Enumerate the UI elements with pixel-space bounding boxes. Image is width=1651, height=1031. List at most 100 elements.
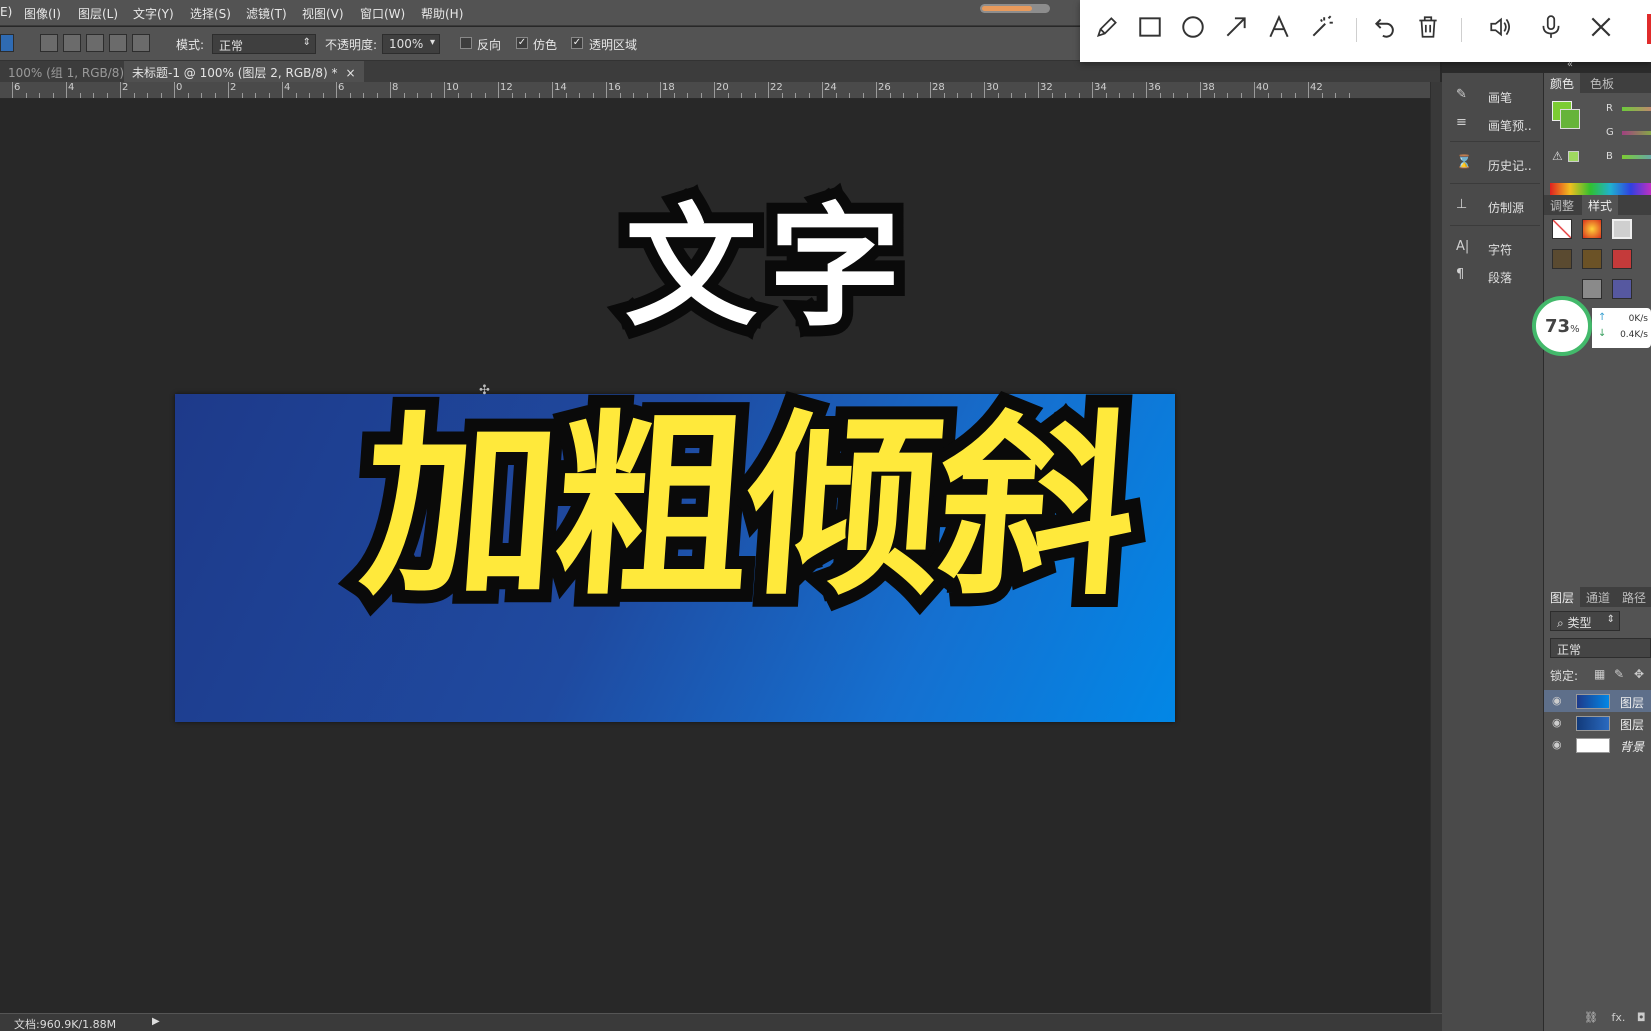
lock-position-icon[interactable]: ✥ bbox=[1634, 667, 1644, 681]
red-slider[interactable] bbox=[1622, 107, 1651, 111]
opacity-input[interactable]: 100% ▾ bbox=[382, 34, 440, 54]
menu-select[interactable]: 选择(S) bbox=[190, 5, 231, 22]
style-blue[interactable] bbox=[1612, 279, 1632, 299]
layer-filter-select[interactable]: ⌕ 类型 ⇕ bbox=[1550, 611, 1620, 631]
linear-gradient-icon[interactable] bbox=[40, 34, 58, 52]
tab-document-2[interactable]: 未标题-1 @ 100% (图层 2, RGB/8) * × bbox=[124, 61, 364, 82]
background-color-swatch[interactable] bbox=[1560, 109, 1580, 129]
menu-type[interactable]: 文字(Y) bbox=[133, 5, 174, 22]
microphone-icon[interactable] bbox=[1538, 14, 1568, 44]
tab-channels[interactable]: 通道 bbox=[1580, 587, 1616, 607]
trash-icon[interactable] bbox=[1415, 14, 1445, 44]
layer-name[interactable]: 背景 bbox=[1620, 738, 1644, 755]
magic-wand-icon[interactable] bbox=[1309, 14, 1339, 44]
green-slider[interactable] bbox=[1622, 131, 1651, 135]
style-pattern[interactable] bbox=[1582, 279, 1602, 299]
radial-gradient-icon[interactable] bbox=[63, 34, 81, 52]
style-wood[interactable] bbox=[1552, 249, 1572, 269]
style-bronze[interactable] bbox=[1582, 249, 1602, 269]
style-none[interactable] bbox=[1552, 219, 1572, 239]
ruler-tick-mark bbox=[174, 82, 175, 98]
title-text[interactable]: 文字 bbox=[614, 161, 913, 356]
menu-filter[interactable]: 滤镜(T) bbox=[246, 5, 287, 22]
brush-icon: ✎ bbox=[1456, 87, 1467, 102]
ruler-tick-mark bbox=[511, 93, 513, 98]
link-layers-icon[interactable]: ⛓ bbox=[1584, 1011, 1598, 1024]
ruler-tick-mark bbox=[1227, 93, 1228, 98]
rectangle-icon[interactable] bbox=[1137, 14, 1167, 44]
speaker-icon[interactable] bbox=[1488, 14, 1518, 44]
style-fire[interactable] bbox=[1582, 219, 1602, 239]
circle-icon[interactable] bbox=[1180, 14, 1210, 44]
vertical-scrollbar[interactable] bbox=[1430, 82, 1442, 1013]
canvas-area[interactable]: 文字 加粗倾斜 ✣ bbox=[0, 99, 1430, 1013]
blend-mode-select[interactable]: 正常 bbox=[1550, 638, 1651, 658]
warning-icon[interactable]: ⚠ bbox=[1552, 149, 1563, 163]
reverse-checkbox[interactable] bbox=[460, 37, 472, 49]
dock-history[interactable]: ⌛ 历史记.. bbox=[1450, 153, 1540, 177]
ruler-tick-label: 34 bbox=[1094, 82, 1107, 93]
close-icon[interactable] bbox=[1588, 14, 1618, 44]
style-red[interactable] bbox=[1612, 249, 1632, 269]
dock-brush-presets[interactable]: ≡ 画笔预.. bbox=[1450, 113, 1540, 137]
dock-brush[interactable]: ✎ 画笔 bbox=[1450, 85, 1540, 109]
ruler-tick-mark bbox=[1146, 82, 1147, 98]
menu-edit[interactable]: E) bbox=[0, 5, 12, 19]
ruler-tick-mark bbox=[673, 93, 675, 98]
dither-checkbox[interactable]: ✓ bbox=[516, 37, 528, 49]
tab-styles[interactable]: 样式 bbox=[1582, 195, 1619, 215]
fx-icon[interactable]: fx. bbox=[1611, 1011, 1625, 1024]
visibility-eye-icon[interactable]: ◉ bbox=[1552, 716, 1562, 729]
tab-swatches[interactable]: 色板 bbox=[1584, 73, 1620, 93]
visibility-eye-icon[interactable]: ◉ bbox=[1552, 738, 1562, 751]
menu-window[interactable]: 窗口(W) bbox=[360, 5, 405, 22]
tab-adjustments[interactable]: 调整 bbox=[1544, 195, 1580, 215]
ruler-tick-mark bbox=[1281, 93, 1282, 98]
add-mask-icon[interactable]: ◘ bbox=[1637, 1011, 1646, 1024]
reflected-gradient-icon[interactable] bbox=[109, 34, 127, 52]
menu-layer[interactable]: 图层(L) bbox=[78, 5, 118, 22]
tab-layers[interactable]: 图层 bbox=[1544, 587, 1581, 607]
visibility-eye-icon[interactable]: ◉ bbox=[1552, 694, 1562, 707]
layer-row[interactable]: ◉ 背景 bbox=[1544, 734, 1651, 756]
tab-paths[interactable]: 路径 bbox=[1616, 587, 1651, 607]
transparency-checkbox[interactable]: ✓ bbox=[571, 37, 583, 49]
angle-gradient-icon[interactable] bbox=[86, 34, 104, 52]
layer-name[interactable]: 图层 bbox=[1620, 694, 1644, 711]
status-menu-arrow-icon[interactable]: ▶ bbox=[152, 1016, 160, 1027]
panel-collapse-bar[interactable]: « bbox=[1442, 59, 1651, 73]
layer-row[interactable]: ◉ 图层 bbox=[1544, 712, 1651, 734]
diamond-gradient-icon[interactable] bbox=[132, 34, 150, 52]
dock-character[interactable]: A| 字符 bbox=[1450, 237, 1540, 261]
ruler-tick-mark bbox=[322, 93, 324, 98]
ruler-tick-label: 12 bbox=[500, 82, 513, 93]
effect-text[interactable]: 加粗倾斜 bbox=[342, 349, 1152, 635]
blue-slider[interactable] bbox=[1622, 155, 1651, 159]
menu-help[interactable]: 帮助(H) bbox=[421, 5, 463, 22]
websafe-color-swatch[interactable] bbox=[1568, 151, 1579, 162]
ruler-tick-mark bbox=[255, 93, 256, 98]
mode-select[interactable]: 正常 ⇕ bbox=[212, 34, 316, 54]
tab-color[interactable]: 颜色 bbox=[1544, 73, 1581, 93]
close-icon[interactable]: × bbox=[346, 66, 356, 80]
menu-view[interactable]: 视图(V) bbox=[302, 5, 344, 22]
dock-clone-source[interactable]: ⊥ 仿制源 bbox=[1450, 195, 1540, 219]
text-icon[interactable] bbox=[1266, 14, 1296, 44]
style-outline[interactable] bbox=[1612, 219, 1632, 239]
arrow-icon[interactable] bbox=[1223, 14, 1253, 44]
dock-paragraph[interactable]: ¶ 段落 bbox=[1450, 265, 1540, 289]
ruler-tick-label: 2 bbox=[122, 82, 129, 93]
undo-icon[interactable] bbox=[1372, 14, 1402, 44]
layer-row[interactable]: ◉ 图层 bbox=[1544, 690, 1651, 712]
ruler-tick-mark bbox=[646, 93, 648, 98]
pencil-icon[interactable] bbox=[1094, 14, 1124, 44]
menu-image[interactable]: 图像(I) bbox=[24, 5, 61, 22]
network-speed-gauge[interactable]: 73% bbox=[1532, 296, 1592, 356]
ruler-tick-mark bbox=[214, 93, 216, 98]
ruler-tick-mark bbox=[12, 82, 13, 98]
lock-image-icon[interactable]: ✎ bbox=[1614, 667, 1624, 681]
search-icon: ⌕ bbox=[1557, 616, 1568, 630]
gradient-preset-picker[interactable] bbox=[0, 34, 14, 52]
lock-transparent-icon[interactable]: ▦ bbox=[1594, 667, 1605, 681]
layer-name[interactable]: 图层 bbox=[1620, 716, 1644, 733]
